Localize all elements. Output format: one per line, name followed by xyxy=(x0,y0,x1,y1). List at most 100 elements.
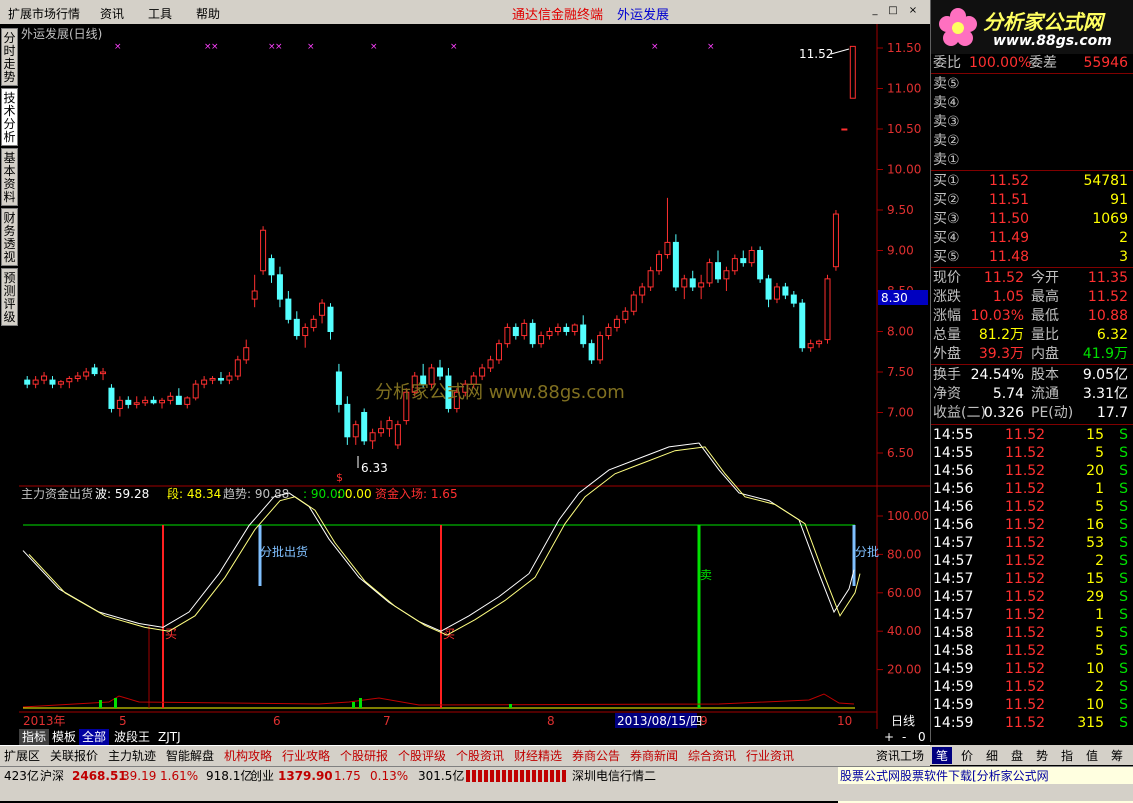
bottom-tab-1[interactable]: 关联报价 xyxy=(50,748,98,764)
tick-volume: 5 xyxy=(1095,643,1104,659)
menu-market[interactable]: 扩展市场行情 xyxy=(8,5,80,22)
period-label[interactable]: 日线 xyxy=(891,714,915,728)
buy-volume: 91 xyxy=(1110,192,1128,208)
sell-row: 卖⑤ xyxy=(931,75,1133,93)
candle-body xyxy=(841,128,848,131)
tab-template[interactable]: 模板 xyxy=(49,729,79,745)
time-label-year: 2013年 xyxy=(23,714,66,728)
tick-time: 14:57 xyxy=(933,553,974,569)
status-index-change: 39.19 xyxy=(122,769,157,783)
status-index-pct: 1.61% xyxy=(160,769,199,783)
candle-body xyxy=(849,45,856,99)
bottom-tab-7[interactable]: 个股评级 xyxy=(398,748,446,764)
bottom-tab-12[interactable]: 综合资讯 xyxy=(688,748,736,764)
candle-body xyxy=(731,258,738,272)
buy-row: 买③ 11.50 1069 xyxy=(931,210,1133,228)
tab-zjtj[interactable]: ZJTJ xyxy=(155,729,184,745)
bottom-tab-6[interactable]: 个股研报 xyxy=(340,748,388,764)
status-volume: 423亿 xyxy=(4,769,39,783)
buy-label: 买③ xyxy=(933,211,960,227)
tab-band-king[interactable]: 波段王 xyxy=(111,729,153,745)
candle-body xyxy=(74,375,81,379)
candle-body xyxy=(260,229,267,272)
bottom-tab-4[interactable]: 机构攻略 xyxy=(224,748,272,764)
menu-bar: 扩展市场行情 资讯 工具 帮助 通达信金融终端 外运发展 _ □ × xyxy=(0,0,930,25)
tick-time: 14:59 xyxy=(933,679,974,695)
zoom-in-button[interactable]: + xyxy=(881,729,897,745)
tick-side: S xyxy=(1119,553,1128,569)
tick-side: S xyxy=(1119,427,1128,443)
candle-body xyxy=(268,258,275,276)
bottom-tab-14[interactable]: 资讯工场 xyxy=(876,748,924,764)
app-title: 通达信金融终端 xyxy=(512,8,604,23)
stat2-value: 24.54% xyxy=(970,367,1024,383)
ind-tick-label: 80.00 xyxy=(887,547,921,561)
reset-button[interactable]: 0 xyxy=(915,729,929,745)
panel-tab-1[interactable]: 价 xyxy=(957,747,977,764)
minimize-button[interactable]: _ xyxy=(868,4,882,18)
candle-body xyxy=(824,278,831,341)
tick-row: 14:56 11.52 1 S xyxy=(931,480,1133,498)
time-label-may: 5 xyxy=(119,714,127,728)
tab-indicator[interactable]: 指标 xyxy=(19,729,50,745)
zoom-out-button[interactable]: - xyxy=(899,729,909,745)
bottom-tab-0[interactable]: 扩展区 xyxy=(4,748,40,764)
stat2-row: 净资 5.74 流通 3.31亿 xyxy=(931,385,1133,403)
bottom-tab-9[interactable]: 财经精选 xyxy=(514,748,562,764)
tab-technical[interactable]: 技术分析 xyxy=(1,88,18,146)
stat2-label: 收益(二) xyxy=(933,405,986,421)
candle-body xyxy=(647,270,654,288)
close-button[interactable]: × xyxy=(906,4,920,18)
maximize-button[interactable]: □ xyxy=(886,4,900,18)
indicator-segment: 段: 48.34 xyxy=(167,486,221,501)
candle-body xyxy=(91,367,98,375)
tab-fundamentals[interactable]: 基本资料 xyxy=(1,148,18,206)
tick-volume: 15 xyxy=(1086,427,1104,443)
candle-body xyxy=(538,335,545,345)
candle-body xyxy=(656,254,663,272)
bottom-tab-13[interactable]: 行业资讯 xyxy=(746,748,794,764)
stat-value: 1.05 xyxy=(992,289,1024,305)
candle-body xyxy=(335,371,342,405)
candle-body xyxy=(319,302,326,316)
tab-financials[interactable]: 财务透视 xyxy=(1,208,18,266)
tab-forecast[interactable]: 预测评级 xyxy=(1,268,18,326)
status-server[interactable]: 深圳电信行情二 xyxy=(572,767,656,785)
candle-body xyxy=(715,262,721,280)
bottom-tab-2[interactable]: 主力轨迹 xyxy=(108,748,156,764)
candle-body xyxy=(352,424,359,438)
candle-body xyxy=(571,324,578,332)
menu-help[interactable]: 帮助 xyxy=(196,5,220,22)
menu-news[interactable]: 资讯 xyxy=(100,5,124,22)
stat-value: 10.03% xyxy=(970,308,1024,324)
panel-tab-4[interactable]: 势 xyxy=(1032,747,1052,764)
price-tick-label: 11.50 xyxy=(887,41,921,55)
tick-row: 14:56 11.52 5 S xyxy=(931,498,1133,516)
bottom-tab-8[interactable]: 个股资讯 xyxy=(456,748,504,764)
panel-tab-2[interactable]: 细 xyxy=(982,747,1002,764)
tab-intraday[interactable]: 分时走势 xyxy=(1,28,18,86)
candle-body xyxy=(41,375,48,381)
candle-body xyxy=(580,324,587,345)
bottom-tab-10[interactable]: 券商公告 xyxy=(572,748,620,764)
green-bar xyxy=(509,704,512,708)
panel-tab-0[interactable]: 笔 xyxy=(932,747,952,764)
logo-brand: 分析家公式网 xyxy=(983,10,1103,34)
batch-sell-label: 分批出货 xyxy=(260,544,308,559)
bottom-tab-11[interactable]: 券商新闻 xyxy=(630,748,678,764)
panel-tab-5[interactable]: 指 xyxy=(1057,747,1077,764)
bottom-tab-3[interactable]: 智能解盘 xyxy=(166,748,214,764)
status-gem-name[interactable]: 创业 xyxy=(250,767,274,785)
chart-area[interactable]: 外运发展(日线) × × × × × × × × × × 11.5011.0010.5010.00… xyxy=(19,24,930,729)
menu-tools[interactable]: 工具 xyxy=(148,5,172,22)
status-index-name[interactable]: 沪深 xyxy=(40,767,64,785)
stat-row: 涨幅 10.03% 最低 10.88 xyxy=(931,307,1133,325)
panel-tab-7[interactable]: 筹 xyxy=(1107,747,1127,764)
bottom-tab-5[interactable]: 行业攻略 xyxy=(282,748,330,764)
stat2-value: 5.74 xyxy=(992,386,1024,402)
panel-tab-6[interactable]: 值 xyxy=(1082,747,1102,764)
candle-body xyxy=(748,250,755,264)
tab-all[interactable]: 全部 xyxy=(79,729,110,745)
panel-tab-3[interactable]: 盘 xyxy=(1007,747,1027,764)
candle-body xyxy=(622,310,629,320)
